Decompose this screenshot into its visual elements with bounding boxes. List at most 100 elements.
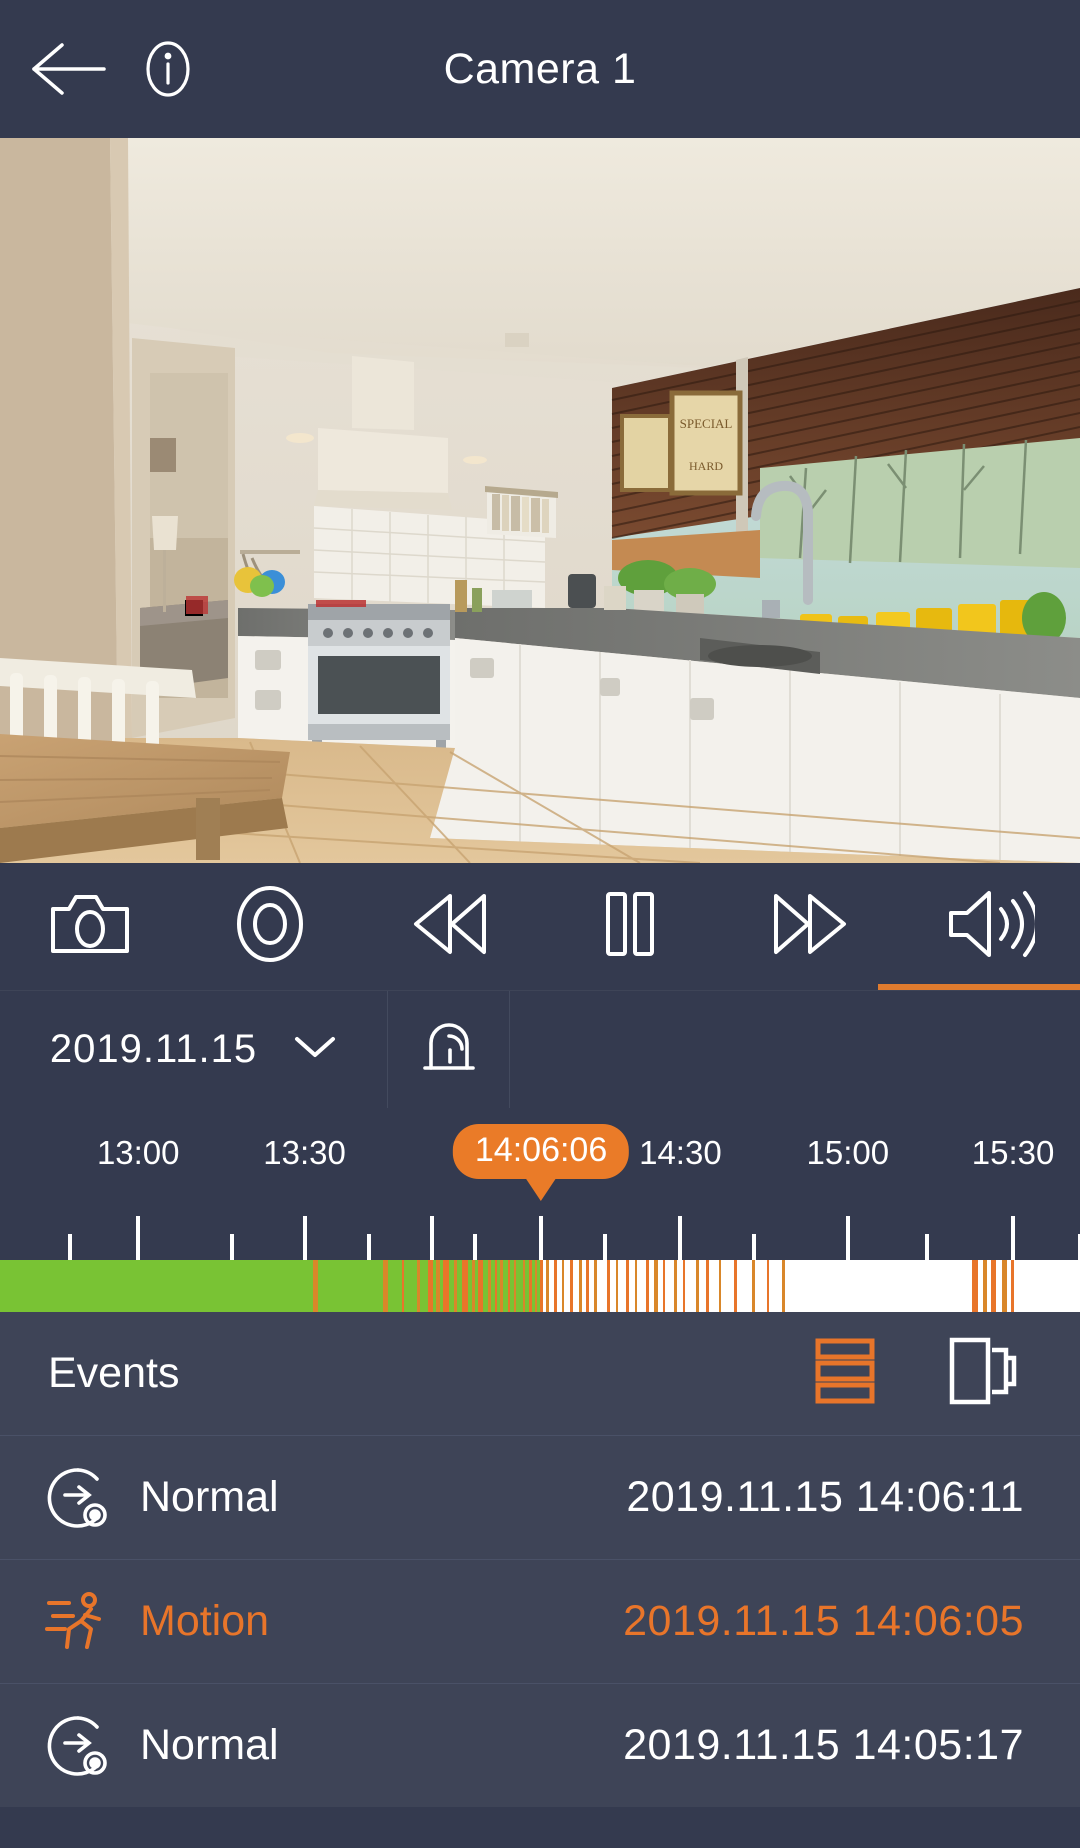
info-circle-icon[interactable] (130, 31, 206, 107)
event-type-label: Normal (140, 1473, 279, 1521)
motion-segment (529, 1260, 533, 1312)
motion-segment (682, 1260, 685, 1312)
event-type-label: Motion (140, 1597, 270, 1645)
camera-icon (49, 891, 131, 962)
motion-segment (313, 1260, 319, 1312)
motion-segment (982, 1260, 987, 1312)
event-type-label: Normal (140, 1721, 279, 1769)
motion-segment (570, 1260, 574, 1312)
event-row[interactable]: Normal 2019.11.15 14:05:17 (0, 1683, 1080, 1807)
motion-segment (972, 1260, 979, 1312)
list-view-icon (814, 1336, 876, 1411)
motion-segment (401, 1260, 404, 1312)
playback-controls (0, 863, 1080, 990)
back-arrow-icon[interactable] (22, 21, 118, 117)
timeline-major-tick (136, 1216, 141, 1260)
motion-segment (991, 1260, 997, 1312)
list-view-button[interactable] (810, 1337, 880, 1411)
event-row[interactable]: Motion 2019.11.15 14:06:05 (0, 1559, 1080, 1683)
motion-segment (507, 1260, 511, 1312)
svg-text:HARD: HARD (689, 459, 723, 473)
timeline-time-label: 13:00 (96, 1134, 180, 1171)
timeline-major-tick (302, 1216, 307, 1260)
motion-segment (488, 1260, 491, 1312)
timeline-time-label: 14:30 (639, 1134, 722, 1171)
timeline-minor-tick (230, 1234, 235, 1260)
speaker-volume-icon (945, 887, 1039, 966)
motion-segment (766, 1260, 769, 1312)
timeline-minor-tick (751, 1234, 756, 1260)
motion-segment (478, 1260, 484, 1312)
video-feed[interactable]: SPECIAL HARD (0, 138, 1080, 863)
timeline-time-label: 13:30 (263, 1134, 346, 1171)
chevron-down-icon (293, 1034, 337, 1065)
timeline-major-tick (1011, 1216, 1016, 1260)
motion-segment (1010, 1260, 1015, 1312)
motion-segment (751, 1260, 755, 1312)
audio-button[interactable] (878, 863, 1080, 990)
events-header: Events (0, 1312, 1080, 1435)
snapshot-button[interactable] (0, 863, 180, 990)
motion-segment (615, 1260, 618, 1312)
alarm-filter-button[interactable] (388, 991, 510, 1108)
camera-playback-screen: Camera 1 SPECIAL HARD 2019.11.15 13:00 1… (0, 0, 1080, 1848)
motion-segment (663, 1260, 666, 1312)
timeline-minor-tick (602, 1234, 607, 1260)
motion-segment (1002, 1260, 1007, 1312)
timeline-major-tick (539, 1216, 544, 1260)
svg-text:SPECIAL: SPECIAL (680, 416, 733, 431)
event-timestamp: 2019.11.15 14:06:11 (626, 1473, 1024, 1521)
timeline-major-tick (678, 1216, 683, 1260)
rewind-button[interactable] (360, 863, 540, 990)
motion-segment (635, 1260, 638, 1312)
motion-segment (626, 1260, 630, 1312)
timeline-time-label: 15:30 (971, 1134, 1055, 1171)
card-view-icon (948, 1334, 1018, 1413)
timeline-major-tick (430, 1216, 434, 1260)
motion-segment (606, 1260, 611, 1312)
event-timestamp: 2019.11.15 14:06:05 (623, 1597, 1024, 1645)
motion-segment (462, 1260, 468, 1312)
motion-segment (781, 1260, 785, 1312)
motion-running-icon (44, 1589, 112, 1655)
event-timestamp: 2019.11.15 14:05:17 (623, 1721, 1024, 1769)
motion-segment (494, 1260, 497, 1312)
motion-segment (645, 1260, 649, 1312)
timeline-ruler[interactable]: 13:00 13:30 14:30 15:00 15:30 14:06:06 (0, 1108, 1080, 1260)
events-title: Events (48, 1349, 180, 1397)
alarm-bell-icon (419, 1016, 479, 1083)
motion-segment (706, 1260, 709, 1312)
event-row[interactable]: Normal 2019.11.15 14:06:11 (0, 1435, 1080, 1559)
pause-button[interactable] (540, 863, 720, 990)
record-circle-icon (234, 884, 306, 969)
motion-segment (719, 1260, 722, 1312)
date-picker[interactable]: 2019.11.15 (0, 991, 388, 1108)
motion-segment (500, 1260, 504, 1312)
motion-segment (734, 1260, 738, 1312)
motion-segment (540, 1260, 543, 1312)
motion-segment (442, 1260, 449, 1312)
date-selector-bar: 2019.11.15 (0, 990, 1080, 1108)
motion-segment (436, 1260, 440, 1312)
record-button[interactable] (180, 863, 360, 990)
timeline-track[interactable] (0, 1260, 1080, 1312)
continuous-record-icon (44, 1713, 112, 1779)
events-view-toggle (810, 1337, 1018, 1411)
timeline-minor-tick (473, 1234, 478, 1260)
selected-date: 2019.11.15 (49, 1027, 258, 1071)
motion-segment (416, 1260, 420, 1312)
motion-segment (654, 1260, 658, 1312)
fast-forward-icon (768, 888, 852, 965)
kitchen-scene-image: SPECIAL HARD (0, 138, 1080, 863)
card-view-button[interactable] (948, 1337, 1018, 1411)
motion-segment (534, 1260, 537, 1312)
motion-segment (695, 1260, 699, 1312)
timeline-time-label: 15:00 (806, 1134, 890, 1171)
rewind-icon (408, 888, 492, 965)
motion-segment (673, 1260, 677, 1312)
fast-forward-button[interactable] (720, 863, 900, 990)
motion-segment (554, 1260, 558, 1312)
continuous-record-icon (44, 1465, 112, 1531)
motion-segment (546, 1260, 549, 1312)
timeline-minor-tick (68, 1234, 73, 1260)
